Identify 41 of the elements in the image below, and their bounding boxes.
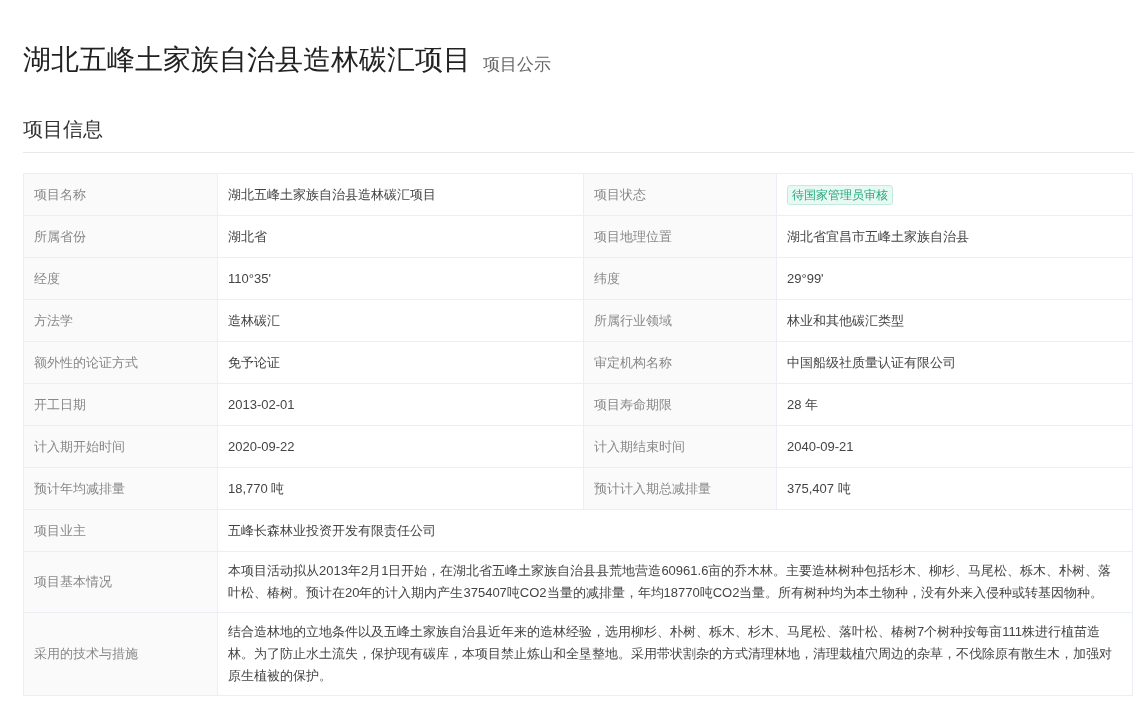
field-value: 免予论证 [217, 341, 584, 384]
field-label: 项目名称 [23, 173, 218, 216]
field-value: 2013-02-01 [217, 383, 584, 426]
field-value: 湖北省宜昌市五峰土家族自治县 [776, 215, 1133, 258]
field-label: 项目状态 [583, 173, 777, 216]
field-label: 计入期结束时间 [583, 425, 777, 468]
field-label: 所属省份 [23, 215, 218, 258]
field-value: 29°99' [776, 257, 1133, 300]
field-value: 2020-09-22 [217, 425, 584, 468]
field-label: 审定机构名称 [583, 341, 777, 384]
field-label: 计入期开始时间 [23, 425, 218, 468]
field-value: 中国船级社质量认证有限公司 [776, 341, 1133, 384]
field-value: 28 年 [776, 383, 1133, 426]
field-value: 375,407 吨 [776, 467, 1133, 510]
field-label: 预计计入期总减排量 [583, 467, 777, 510]
field-label: 经度 [23, 257, 218, 300]
field-label: 所属行业领域 [583, 299, 777, 342]
page-title: 湖北五峰土家族自治县造林碳汇项目 [23, 43, 471, 77]
field-value: 湖北省 [217, 215, 584, 258]
field-value: 本项目活动拟从2013年2月1日开始，在湖北省五峰土家族自治县县荒地营造60961.6亩的乔木林。主要造林树种包括杉木、柳杉、马尾松、栎木、朴树、落叶松、椿树。预计在20年的计入期内产生375407吨CO2当量的减排量，年均18770吨CO2当量。所有树种均为本土物种，没有外来入侵种或转基因物种。 [217, 551, 1133, 613]
field-value: 2040-09-21 [776, 425, 1133, 468]
field-label: 采用的技术与措施 [23, 612, 218, 696]
field-label: 方法学 [23, 299, 218, 342]
field-label: 纬度 [583, 257, 777, 300]
page-subtitle: 项目公示 [483, 54, 551, 76]
field-value: 结合造林地的立地条件以及五峰土家族自治县近年来的造林经验，选用柳杉、朴树、栎木、杉木、马尾松、落叶松、椿树7个树种按每亩111株进行植苗造林。为了防止水土流失，保护现有碳库，本项目禁止炼山和全垦整地。采用带状割杂的方式清理林地，清理栽植穴周边的杂草，不伐除原有散生木，加强对原生植被的保护。 [217, 612, 1133, 696]
field-value: 110°35' [217, 257, 584, 300]
field-label: 项目基本情况 [23, 551, 218, 613]
field-label: 预计年均减排量 [23, 467, 218, 510]
field-label: 开工日期 [23, 383, 218, 426]
field-value: 18,770 吨 [217, 467, 584, 510]
field-value: 五峰长森林业投资开发有限责任公司 [217, 509, 1133, 552]
field-value: 造林碳汇 [217, 299, 584, 342]
field-value: 湖北五峰土家族自治县造林碳汇项目 [217, 173, 584, 216]
field-label: 额外性的论证方式 [23, 341, 218, 384]
field-label: 项目业主 [23, 509, 218, 552]
status-tag: 待国家管理员审核 [787, 184, 893, 205]
field-label: 项目寿命期限 [583, 383, 777, 426]
section-title: 项目信息 [23, 117, 104, 142]
field-value: 林业和其他碳汇类型 [776, 299, 1133, 342]
field-label: 项目地理位置 [583, 215, 777, 258]
